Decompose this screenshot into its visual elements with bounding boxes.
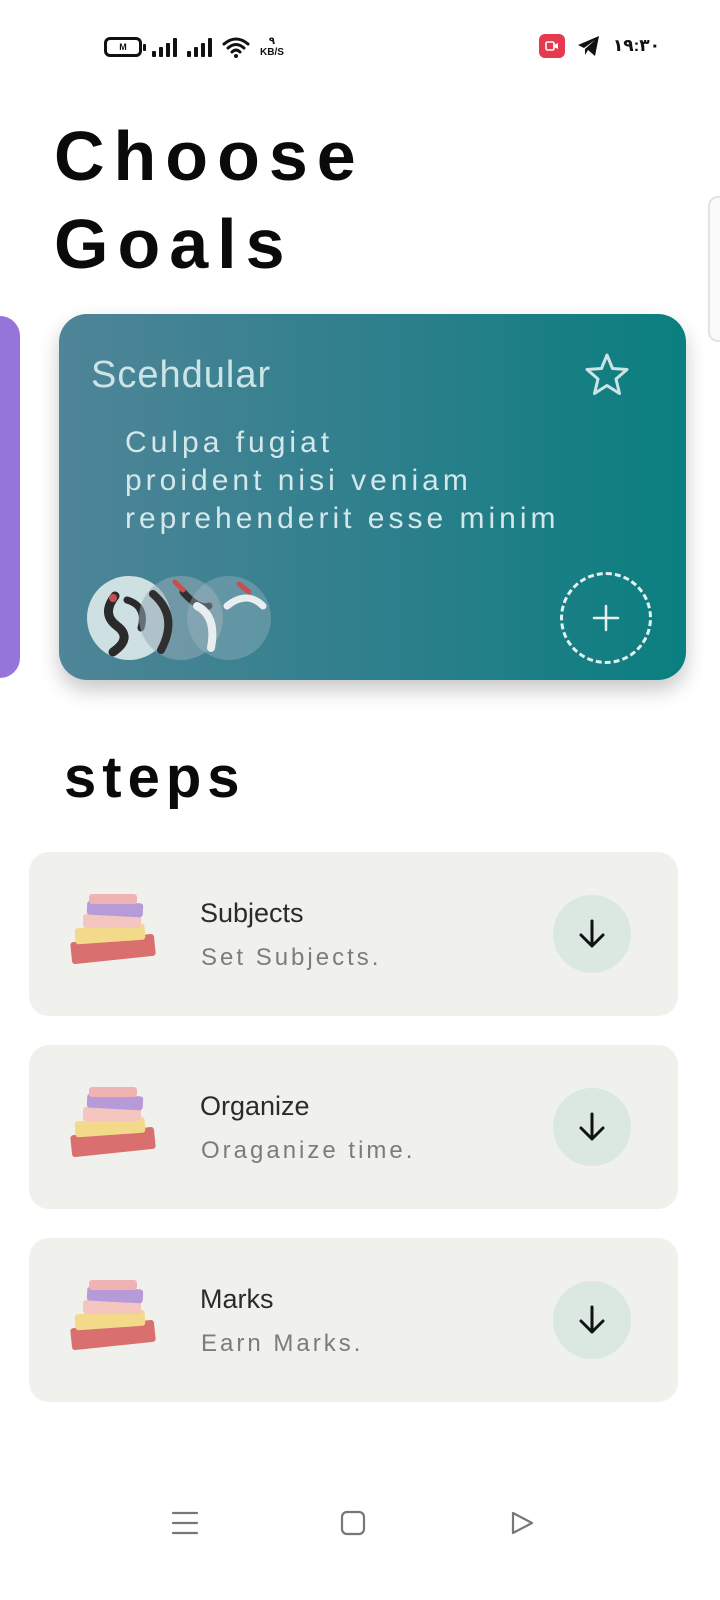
step-name: Subjects [200, 898, 304, 928]
back-triangle-icon [511, 1511, 534, 1535]
battery-icon: M [104, 37, 146, 57]
books-icon [70, 1087, 156, 1158]
status-bar-right: ۱۹:۳۰ [538, 32, 660, 60]
step-description: Oraganize time. [201, 1137, 416, 1164]
step-description: Set Subjects. [201, 944, 382, 971]
avatar [187, 576, 271, 660]
page-title: Choose Goals [54, 112, 365, 288]
arrow-down-icon [579, 1112, 605, 1141]
step-description: Earn Marks. [201, 1330, 364, 1357]
wifi-icon [222, 37, 250, 58]
status-time: ۱۹:۳۰ [612, 36, 660, 55]
screen-record-icon [538, 34, 565, 58]
network-speed-value: ۹ [268, 36, 275, 47]
telegram-icon [577, 36, 599, 56]
plus-icon [592, 604, 620, 632]
network-speed-unit: KB/S [260, 47, 284, 58]
steps-title: steps [64, 745, 246, 810]
home-button[interactable] [338, 1508, 368, 1538]
status-bar: M ۹ KB/S ۱۹:۳۰ [0, 0, 720, 92]
add-member-button[interactable] [560, 572, 652, 664]
step-card-marks[interactable]: Marks Earn Marks. [29, 1238, 678, 1402]
expand-step-button[interactable] [553, 895, 631, 973]
home-square-icon [340, 1510, 366, 1536]
signal-icon [187, 37, 212, 57]
step-card-organize[interactable]: Organize Oraganize time. [29, 1045, 678, 1209]
back-button[interactable] [507, 1508, 537, 1538]
system-nav-bar [0, 1490, 720, 1560]
goal-card-body-line3: reprehenderit esse minim [125, 502, 560, 535]
avatar-group [87, 576, 277, 660]
edge-panel-handle[interactable] [708, 196, 720, 342]
goal-card[interactable]: Scehdular Culpa fugiat proident nisi ven… [59, 314, 686, 680]
page-title-line2: Goals [54, 205, 294, 283]
expand-step-button[interactable] [553, 1088, 631, 1166]
expand-step-button[interactable] [553, 1281, 631, 1359]
step-name: Marks [200, 1284, 274, 1314]
menu-icon [171, 1511, 199, 1535]
battery-label: M [119, 42, 127, 52]
goal-card-body-line1: Culpa fugiat [125, 426, 334, 459]
network-speed: ۹ KB/S [260, 36, 284, 58]
goal-card-body-line2: proident nisi veniam [125, 464, 472, 497]
goal-card-title: Scehdular [91, 354, 272, 396]
page-title-line1: Choose [54, 117, 365, 195]
menu-button[interactable] [170, 1508, 200, 1538]
step-name: Organize [200, 1091, 310, 1121]
previous-goal-card[interactable] [0, 316, 20, 678]
books-icon [70, 894, 156, 965]
arrow-down-icon [579, 919, 605, 948]
status-bar-left: M ۹ KB/S [104, 32, 284, 62]
signal-icon [152, 37, 177, 57]
goal-card-body: Culpa fugiat proident nisi veniam repreh… [125, 424, 559, 538]
arrow-down-icon [579, 1305, 605, 1334]
books-icon [70, 1280, 156, 1351]
step-card-subjects[interactable]: Subjects Set Subjects. [29, 852, 678, 1016]
star-outline-icon[interactable] [582, 350, 632, 400]
